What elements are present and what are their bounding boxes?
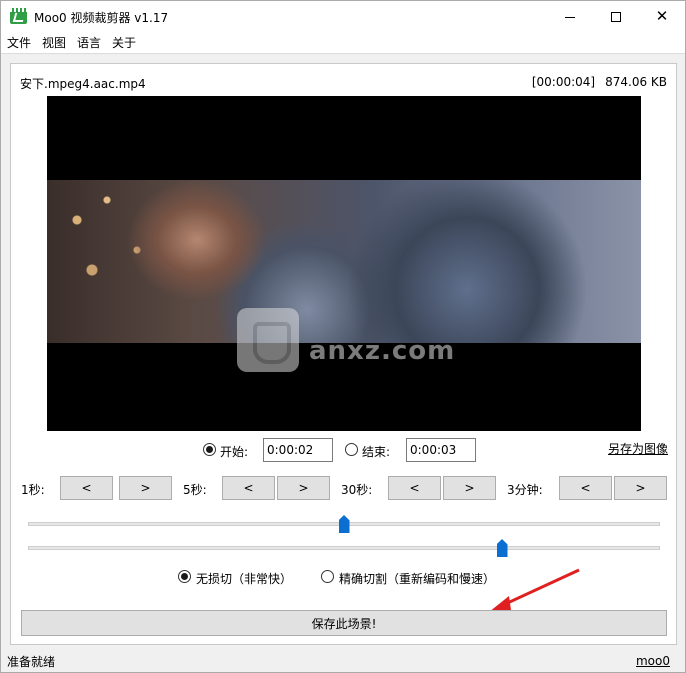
end-slider-thumb[interactable] [496,539,508,557]
step-label-3min: 3分钟: [507,483,543,497]
step-forward-1s-button[interactable]: > [119,476,172,500]
end-radio[interactable] [345,443,358,456]
app-logo-icon [10,8,27,24]
save-as-image-link[interactable]: 另存为图像 [608,440,668,457]
maximize-button[interactable] [593,1,639,32]
end-label: 结束: [362,445,391,459]
minimize-button[interactable] [547,1,593,32]
video-preview[interactable]: anxz.com [47,96,641,431]
end-slider[interactable] [28,539,660,557]
save-scene-button[interactable]: 保存此场景! [21,610,667,636]
window-title: Moo0 视频裁剪器 v1.17 [34,11,169,25]
start-slider-thumb[interactable] [338,515,350,533]
annotation-arrow-icon [489,568,580,612]
start-time-input[interactable]: 0:00:02 [263,438,333,462]
step-back-30s-button[interactable]: < [388,476,441,500]
step-forward-5s-button[interactable]: > [277,476,330,500]
range-row: 开始: 0:00:02 结束: 0:00:03 另存为图像 [11,438,676,462]
status-text: 准备就绪 [7,654,56,669]
close-button[interactable]: ✕ [639,1,685,32]
lossless-label: 无损切（非常快） [196,572,293,586]
start-radio[interactable] [203,443,216,456]
menu-view[interactable]: 视图 [42,34,66,51]
step-label-30s: 30秒: [341,483,373,497]
app-window: Moo0 视频裁剪器 v1.17 ✕ 文件 视图 语言 关于 安下.mpeg4.… [0,0,686,673]
step-label-5s: 5秒: [183,483,207,497]
step-forward-30s-button[interactable]: > [443,476,496,500]
status-bar: 准备就绪 moo0 [1,650,685,672]
minimize-icon [565,17,575,18]
precise-radio[interactable] [321,570,334,583]
end-time-input[interactable]: 0:00:03 [406,438,476,462]
step-back-1s-button[interactable]: < [60,476,113,500]
watermark-text: anxz.com [309,336,456,366]
step-row: 1秒: < > 5秒: < > 30秒: < > 3分钟: < > [11,476,676,500]
menu-about[interactable]: 关于 [112,34,136,51]
menu-language[interactable]: 语言 [77,34,101,51]
maximize-icon [611,11,621,22]
step-back-3min-button[interactable]: < [559,476,612,500]
step-label-1s: 1秒: [21,483,45,497]
end-slider-track [28,546,660,550]
main-panel: 安下.mpeg4.aac.mp4 [00:00:04] 874.06 KB an… [10,63,677,645]
moo0-link[interactable]: moo0 [636,654,670,668]
start-label: 开始: [220,445,249,459]
watermark: anxz.com [237,308,467,378]
lossless-radio[interactable] [178,570,191,583]
file-size: 874.06 KB [605,75,667,89]
file-duration: [00:00:04] [531,75,596,89]
step-forward-3min-button[interactable]: > [614,476,667,500]
shield-icon [237,308,299,372]
step-back-5s-button[interactable]: < [222,476,275,500]
file-info: [00:00:04] 874.06 KB [532,75,667,89]
start-slider[interactable] [28,515,660,533]
menu-bar: 文件 视图 语言 关于 [1,32,685,54]
menu-file[interactable]: 文件 [7,34,31,51]
close-icon: ✕ [655,7,669,25]
title-bar: Moo0 视频裁剪器 v1.17 ✕ [1,1,685,32]
file-name: 安下.mpeg4.aac.mp4 [20,77,146,91]
precise-label: 精确切割（重新编码和慢速） [339,572,496,586]
